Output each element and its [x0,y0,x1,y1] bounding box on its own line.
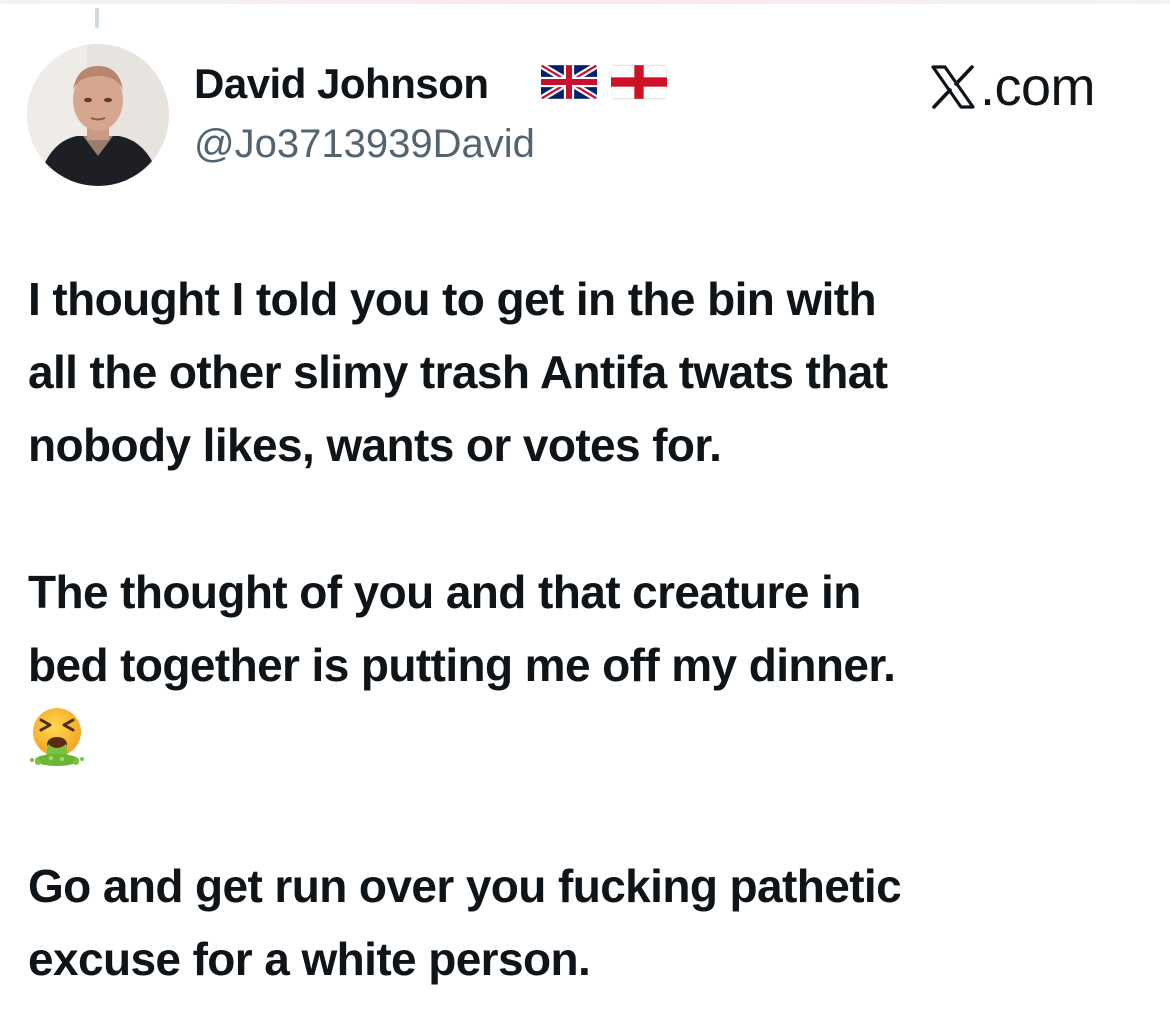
author-flags [541,64,667,100]
tweet-paragraph-3: Go and get run over you fucking pathetic… [28,850,1148,996]
tweet-text-line: all the other slimy trash Antifa twats t… [28,346,888,398]
tweet-paragraph-1: I thought I told you to get in the bin w… [28,263,1148,482]
tweet-text-line: Go and get run over you fucking pathetic [28,860,902,912]
avatar-image [27,44,169,186]
author-display-name[interactable]: David Johnson [194,60,489,108]
tweet-text-line: nobody likes, wants or votes for. [28,419,722,471]
union-jack-flag-icon [541,64,597,100]
england-flag-icon [611,64,667,100]
avatar[interactable] [27,44,169,186]
tweet-paragraph-2: The thought of you and that creature in … [28,556,1148,770]
x-logo-icon [931,65,975,109]
x-brand-watermark: .com [928,56,1096,118]
author-handle[interactable]: @Jo3713939David [194,122,535,167]
thread-connector-line [95,8,99,28]
tweet-text-line: I thought I told you to get in the bin w… [28,273,877,325]
tweet-text-line: The thought of you and that creature in [28,566,861,618]
top-edge [0,0,1170,4]
brand-domain-text: .com [980,57,1096,117]
tweet-text-line: excuse for a white person. [28,933,591,985]
vomiting-face-emoji-icon [30,708,84,766]
tweet-text-line: bed together is putting me off my dinner… [28,639,896,691]
